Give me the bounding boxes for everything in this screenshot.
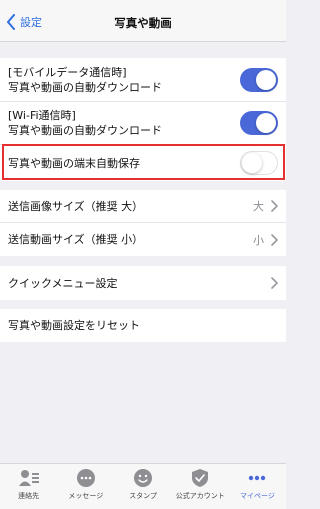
tab-message[interactable]: メッセージ [57, 464, 114, 509]
video-size-row[interactable]: 送信動画サイズ（推奨 小） 小 [0, 223, 286, 256]
toggle-knob [242, 153, 262, 173]
tab-label: スタンプ [129, 492, 157, 500]
wifi-auto-download-toggle[interactable] [240, 111, 278, 135]
tab-stamp[interactable]: スタンプ [114, 464, 171, 509]
official-account-icon [192, 469, 209, 487]
tab-label: 公式アカウント [175, 492, 225, 500]
tab-label: メッセージ [68, 492, 104, 500]
nav-bar: 設定 写真や動画 [0, 0, 286, 42]
toggle-row-auto-save: 写真や動画の端末自動保存 [0, 145, 286, 181]
reset-section: 写真や動画設定をリセット [0, 309, 286, 342]
toggle-knob [256, 69, 276, 90]
toggle-knob [256, 113, 276, 133]
tab-label: マイページ [239, 492, 275, 500]
toggle-label-wifi-line2: 写真や動画の自動ダウンロード [8, 124, 162, 137]
auto-save-toggle[interactable] [240, 151, 278, 175]
auto-download-section: [モバイルデータ通信時] 写真や動画の自動ダウンロード [Wi-Fi通信時] 写… [0, 58, 286, 181]
tab-official-account[interactable]: 公式アカウント [172, 464, 229, 509]
reset-row[interactable]: 写真や動画設定をリセット [0, 309, 286, 342]
contacts-icon [18, 470, 39, 486]
video-size-value: 小 [253, 233, 264, 247]
tab-contacts[interactable]: 連絡先 [0, 464, 57, 509]
mypage-icon [249, 475, 266, 481]
toggle-label-wifi-line1: [Wi-Fi通信時] [8, 109, 76, 122]
toggle-label-mobile-line2: 写真や動画の自動ダウンロード [8, 80, 162, 94]
quick-menu-row[interactable]: クイックメニュー設定 [0, 266, 286, 300]
mobile-auto-download-toggle[interactable] [240, 67, 278, 92]
toggle-row-mobile: [モバイルデータ通信時] 写真や動画の自動ダウンロード [0, 58, 286, 102]
chevron-right-icon [271, 277, 278, 289]
video-size-label: 送信動画サイズ（推奨 小） [8, 233, 144, 246]
chevron-right-icon [271, 200, 278, 212]
toggle-label-mobile-line1: [モバイルデータ通信時] [8, 65, 127, 79]
message-icon [76, 469, 95, 487]
reset-label: 写真や動画設定をリセット [8, 319, 140, 332]
tab-mypage[interactable]: マイページ [229, 464, 286, 509]
chevron-right-icon [271, 233, 278, 246]
quick-menu-section: クイックメニュー設定 [0, 266, 286, 300]
tab-bar: 連絡先 メッセージ スタンプ 公式アカウント マイページ [0, 463, 286, 509]
toggle-row-wifi: [Wi-Fi通信時] 写真や動画の自動ダウンロード [0, 102, 286, 145]
image-size-row[interactable]: 送信画像サイズ（推奨 大） 大 [0, 190, 286, 223]
page-title: 写真や動画 [114, 16, 172, 30]
image-size-label: 送信画像サイズ（推奨 大） [8, 199, 144, 213]
image-size-value: 大 [253, 200, 264, 213]
size-section: 送信画像サイズ（推奨 大） 大 送信動画サイズ（推奨 小） 小 [0, 190, 286, 256]
tab-label: 連絡先 [18, 492, 40, 500]
toggle-label-auto-save: 写真や動画の端末自動保存 [8, 156, 140, 170]
stamp-icon [134, 469, 152, 487]
quick-menu-label: クイックメニュー設定 [8, 276, 118, 290]
